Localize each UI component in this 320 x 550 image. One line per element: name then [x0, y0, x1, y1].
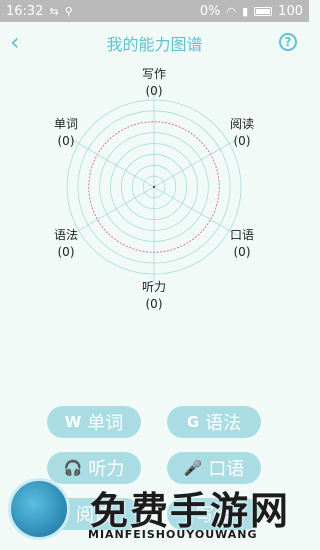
watermark-title: 免费手游网 — [90, 489, 291, 533]
axis-label-reading: 阅读 (0) — [212, 116, 272, 150]
axis-value: (0) — [145, 84, 163, 98]
button-label: 语法 — [205, 413, 242, 434]
vocabulary-button[interactable]: W 单词 — [47, 406, 141, 438]
back-icon[interactable]: ‹ — [10, 28, 20, 56]
axis-label-speaking: 口语 (0) — [212, 227, 272, 261]
axis-name: 阅读 — [229, 117, 254, 131]
watermark-subtitle: MIANFEISHOUYOUWANG — [88, 528, 258, 541]
signal-icon: ▮ — [242, 4, 249, 18]
watermark-logo — [8, 478, 70, 540]
axis-label-listening: 听力 (0) — [124, 279, 184, 313]
axis-name: 口语 — [229, 228, 254, 242]
axis-value: (0) — [233, 245, 251, 259]
axis-label-vocabulary: 单词 (0) — [36, 116, 96, 150]
grammar-icon: G — [186, 413, 200, 431]
button-label: 单词 — [87, 413, 124, 434]
clock: 16:32 — [6, 3, 44, 19]
axis-value: (0) — [145, 297, 163, 311]
axis-name: 单词 — [53, 117, 78, 131]
axis-value: (0) — [57, 134, 75, 148]
help-icon[interactable]: ? — [279, 33, 297, 51]
grammar-button[interactable]: G 语法 — [167, 406, 261, 438]
page-title: 我的能力图谱 — [106, 35, 203, 54]
watermark: 免费手游网 MIANFEISHOUYOUWANG — [0, 470, 309, 550]
share-icon: ⚲ — [64, 4, 73, 18]
axis-value: (0) — [233, 134, 251, 148]
battery-level: 100 — [278, 3, 303, 19]
axis-name: 听力 — [141, 280, 166, 294]
status-bar: 16:32 ⇆ ⚲ 0% ◠ ▮ 100 — [0, 0, 309, 22]
axis-value: (0) — [57, 245, 75, 259]
ability-radar: 写作 (0) 阅读 (0) 口语 (0) 听力 (0) 语法 (0) 单词 (0… — [0, 64, 309, 324]
radar-center-point — [152, 185, 156, 189]
axis-name: 语法 — [53, 228, 78, 242]
vocabulary-icon: W — [64, 413, 82, 431]
axis-name: 写作 — [141, 67, 166, 81]
wifi-icon: ◠ — [226, 4, 237, 18]
battery-icon — [254, 6, 273, 16]
data-usage-percent: 0% — [199, 3, 221, 19]
header: ‹ 我的能力图谱 ? — [0, 22, 309, 64]
axis-label-grammar: 语法 (0) — [36, 227, 96, 261]
usb-icon: ⇆ — [49, 4, 59, 18]
axis-label-writing: 写作 (0) — [124, 66, 184, 100]
